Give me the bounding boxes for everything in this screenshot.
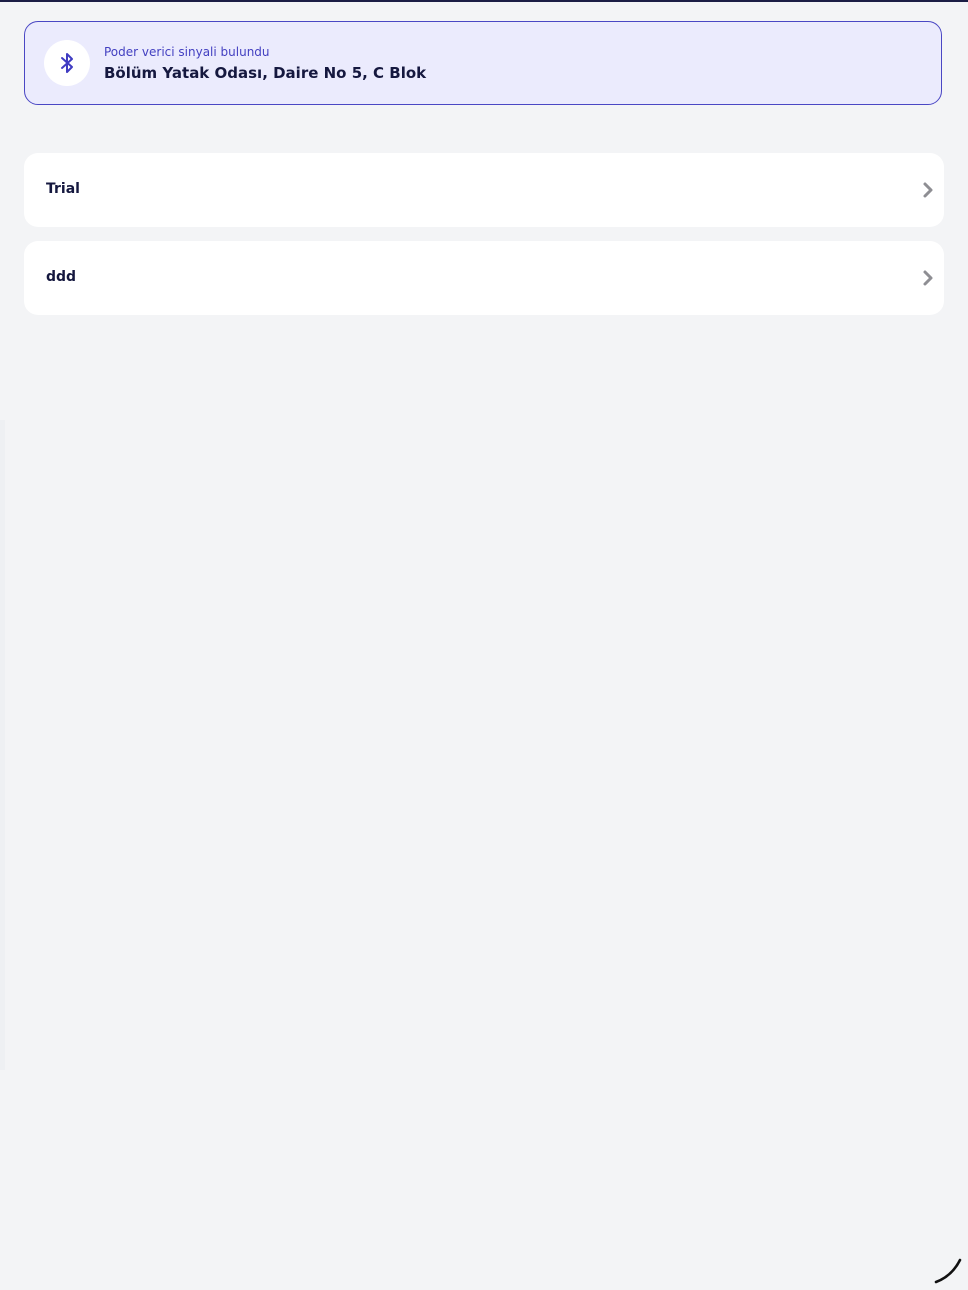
list-item-ddd[interactable]: ddd (24, 241, 944, 315)
list-item-label: ddd (46, 269, 77, 285)
beacon-subtitle: Poder verici sinyali bulundu (104, 45, 270, 59)
loading-spinner-icon (934, 1258, 962, 1284)
chevron-right-icon (923, 270, 933, 286)
chevron-right-icon (923, 182, 933, 198)
beacon-banner: Poder verici sinyali bulundu Bölüm Yatak… (24, 21, 942, 105)
beacon-location-title: Bölüm Yatak Odası, Daire No 5, C Blok (104, 64, 427, 82)
list-item-trial[interactable]: Trial (24, 153, 944, 227)
top-border (0, 0, 968, 2)
list-item-label: Trial (46, 181, 80, 197)
scroll-edge (0, 420, 5, 1070)
bluetooth-icon (44, 40, 90, 86)
